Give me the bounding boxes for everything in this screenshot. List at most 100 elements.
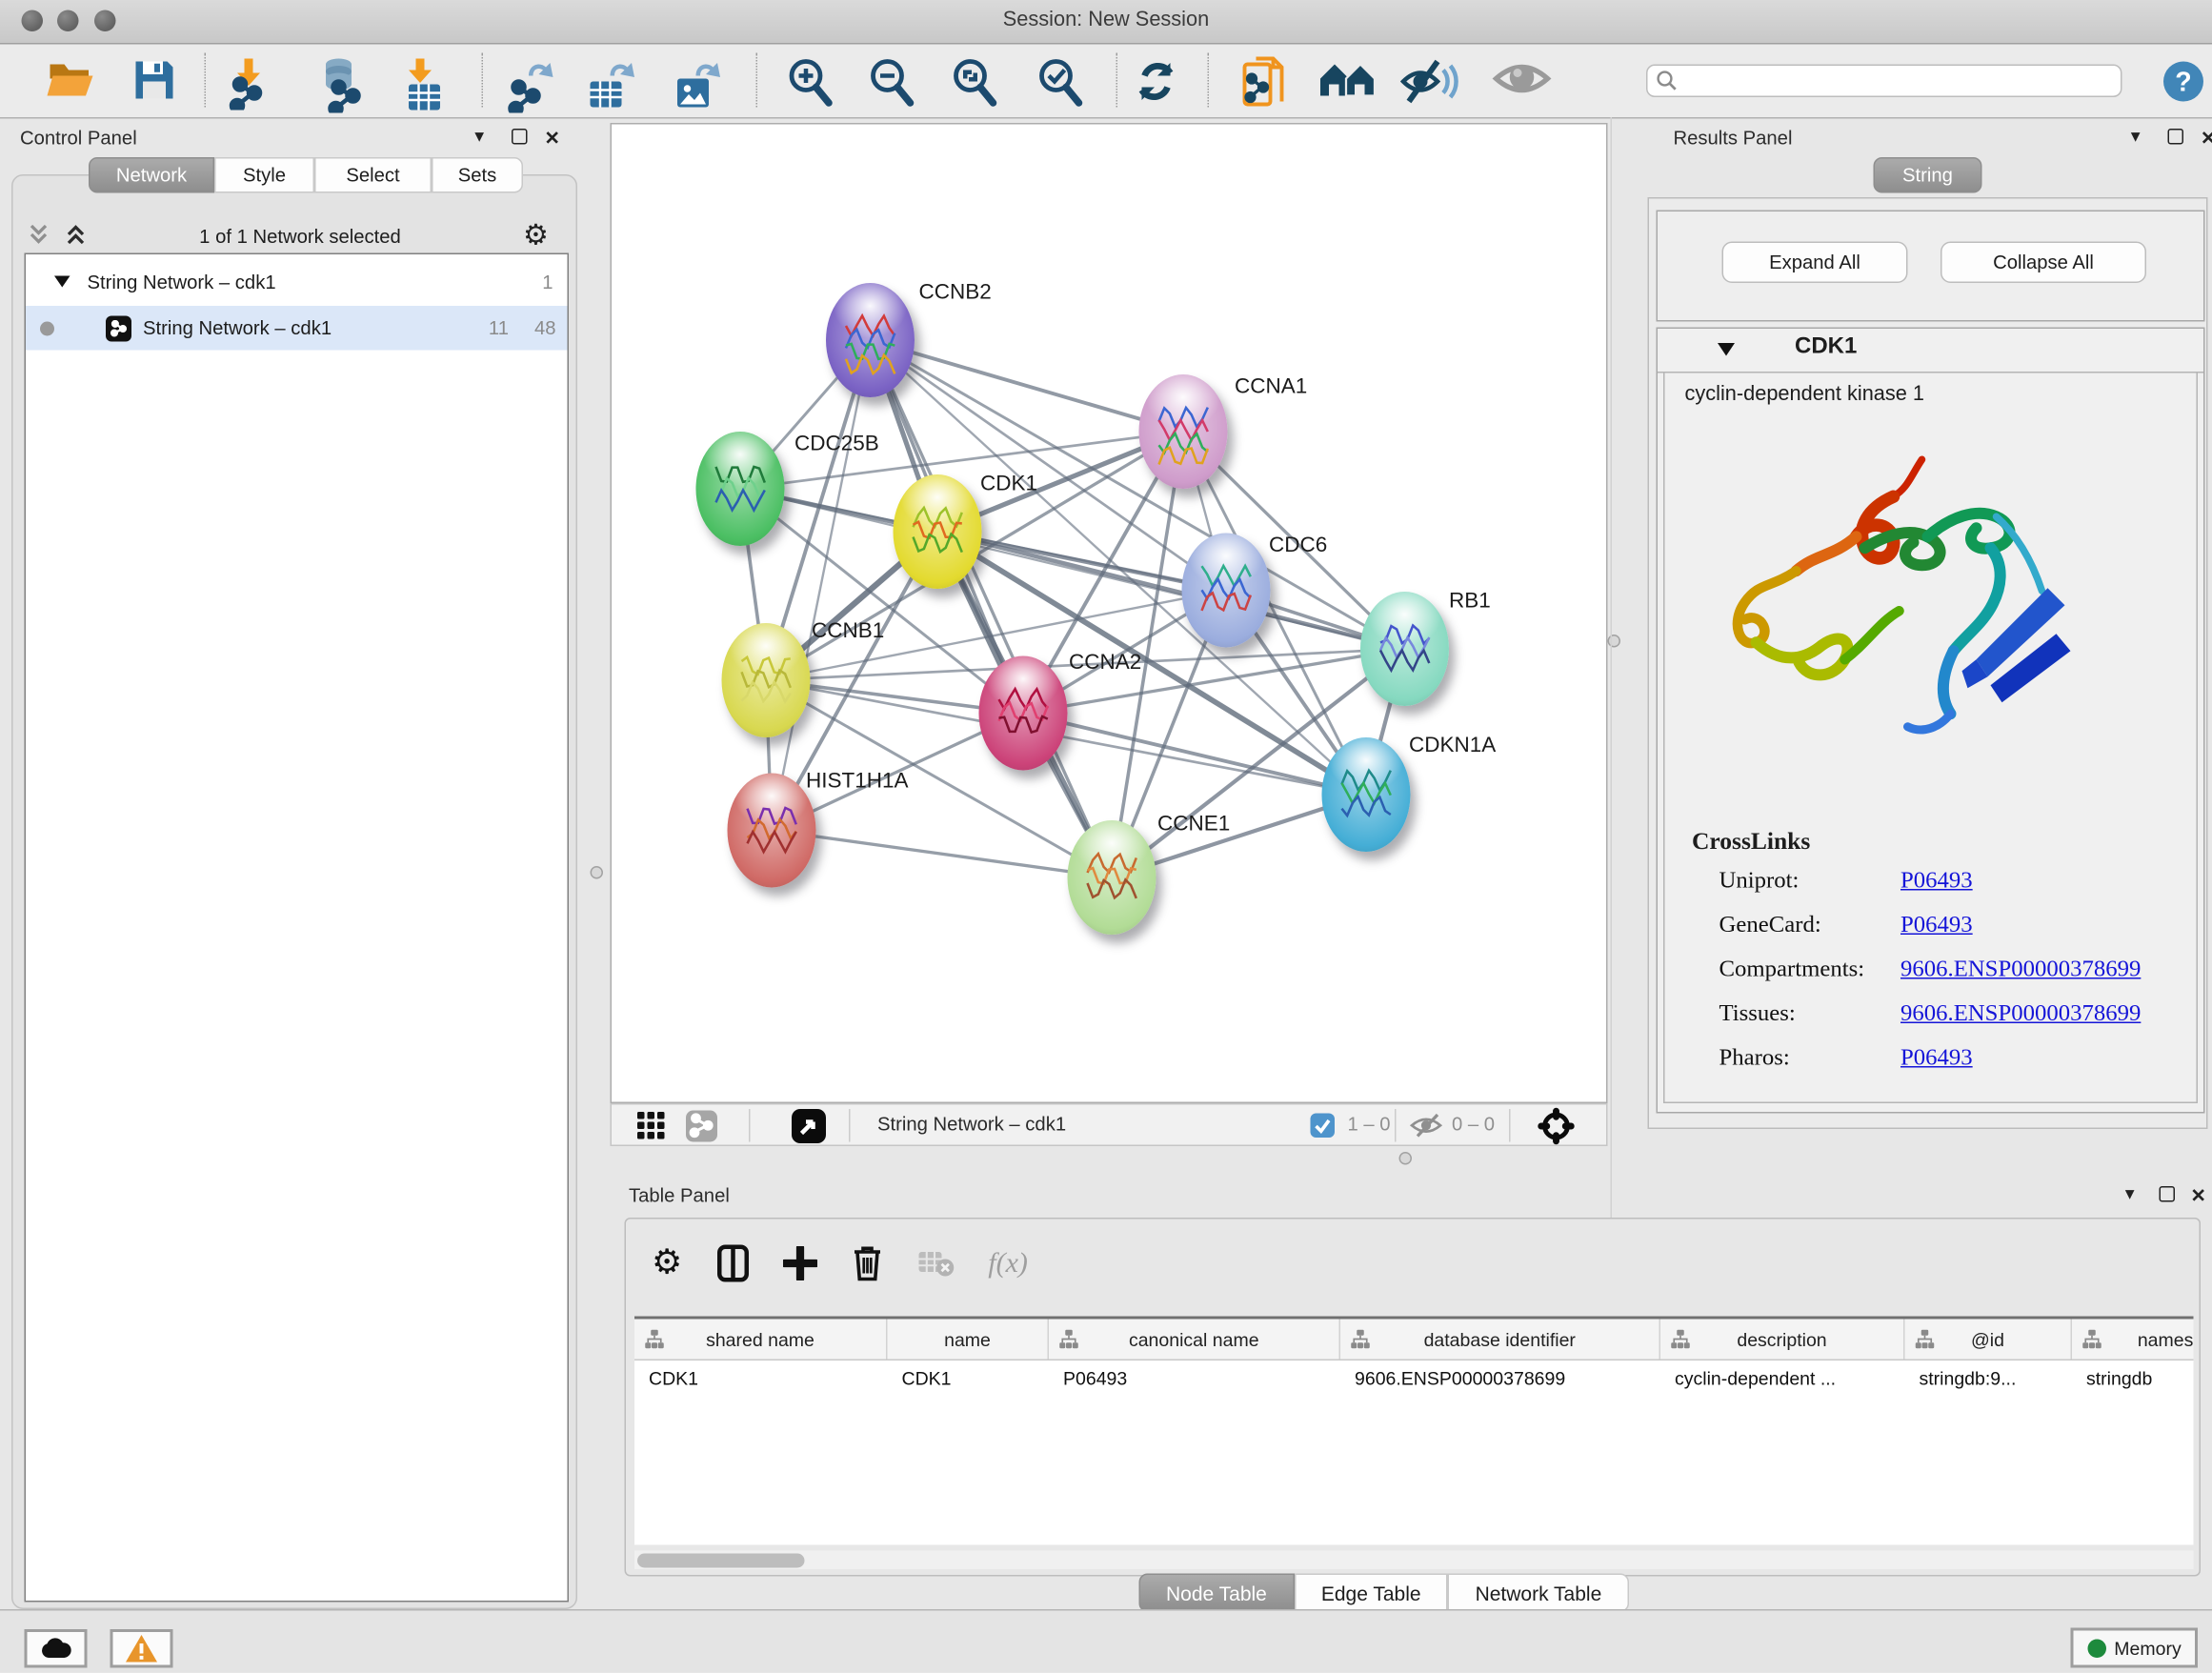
collapse-entry-icon[interactable]	[1718, 343, 1735, 357]
delete-column-icon[interactable]	[851, 1245, 882, 1282]
column-header-sharedname[interactable]: shared name	[634, 1320, 888, 1360]
column-header-id[interactable]: @id	[1905, 1320, 2073, 1360]
zoom-out-icon[interactable]	[865, 56, 916, 111]
open-session-icon[interactable]	[45, 56, 99, 105]
label-visibility-icon[interactable]	[1400, 56, 1463, 108]
horizontal-scrollbar[interactable]	[634, 1551, 2194, 1570]
cloud-button[interactable]	[25, 1629, 88, 1668]
column-header-databaseidentifier[interactable]: database identifier	[1340, 1320, 1660, 1360]
network-node-ccnb2[interactable]	[826, 283, 915, 397]
tab-style[interactable]: Style	[214, 157, 314, 193]
export-table-icon[interactable]	[585, 56, 639, 113]
close-panel-icon[interactable]: ✕	[2201, 128, 2212, 151]
network-edge[interactable]	[937, 532, 1405, 649]
network-node-hist1h1a[interactable]	[728, 774, 816, 888]
network-node-ccne1[interactable]	[1068, 820, 1156, 935]
expand-all-icon[interactable]	[63, 222, 89, 248]
search-input[interactable]	[1685, 70, 2122, 92]
network-node-ccnb1[interactable]	[722, 623, 811, 737]
warning-button[interactable]	[111, 1629, 173, 1668]
tree-expander-icon[interactable]	[54, 276, 70, 290]
eye-icon[interactable]	[1491, 56, 1554, 102]
network-edge[interactable]	[871, 340, 1184, 432]
network-node-cdc25b[interactable]	[696, 432, 785, 546]
maximize-panel-icon[interactable]	[2168, 129, 2184, 149]
float-panel-icon[interactable]: ▼	[472, 129, 487, 146]
export-network-icon[interactable]	[506, 56, 560, 113]
memory-button[interactable]: Memory	[2071, 1628, 2199, 1668]
expand-all-button[interactable]: Expand All	[1722, 242, 1908, 284]
gear-icon[interactable]: ⚙	[523, 217, 549, 253]
float-panel-icon[interactable]: ▼	[2122, 1186, 2138, 1203]
show-columns-icon[interactable]	[716, 1245, 748, 1282]
collapse-all-button[interactable]: Collapse All	[1941, 242, 2146, 284]
table-cell[interactable]: CDK1	[888, 1361, 1050, 1398]
table-row[interactable]: CDK1CDK1P064939606.ENSP00000378699cyclin…	[634, 1361, 2194, 1398]
network-edge[interactable]	[772, 831, 1112, 878]
zoom-selected-icon[interactable]	[1034, 56, 1085, 111]
table-cell[interactable]: cyclin-dependent ...	[1660, 1361, 1905, 1398]
maximize-panel-icon[interactable]	[512, 129, 528, 149]
table-cell[interactable]: 9606.ENSP00000378699	[1340, 1361, 1660, 1398]
refresh-icon[interactable]	[1131, 56, 1182, 108]
network-edge[interactable]	[871, 340, 1113, 877]
crosslink-link[interactable]: P06493	[1900, 911, 1973, 938]
tab-string[interactable]: String	[1874, 157, 1982, 193]
column-header-canonicalname[interactable]: canonical name	[1049, 1320, 1340, 1360]
crosslink-link[interactable]: 9606.ENSP00000378699	[1900, 955, 2141, 982]
network-edge[interactable]	[772, 340, 871, 831]
export-image-icon[interactable]	[671, 56, 725, 113]
import-network-database-icon[interactable]	[314, 56, 372, 113]
share-network-icon[interactable]	[686, 1111, 717, 1142]
table-cell[interactable]: P06493	[1049, 1361, 1340, 1398]
crosslink-link[interactable]: P06493	[1900, 1043, 1973, 1071]
add-column-icon[interactable]	[782, 1246, 816, 1280]
crosslink-link[interactable]: 9606.ENSP00000378699	[1900, 999, 2141, 1027]
grid-view-icon[interactable]	[637, 1112, 666, 1140]
splitter-handle[interactable]	[1399, 1152, 1413, 1165]
close-panel-icon[interactable]: ✕	[545, 128, 560, 151]
selected-checkbox-icon[interactable]	[1311, 1114, 1336, 1139]
column-header-namespace[interactable]: namespace	[2072, 1320, 2194, 1360]
import-network-file-icon[interactable]	[225, 56, 276, 111]
help-icon[interactable]: ?	[2162, 60, 2205, 103]
float-panel-icon[interactable]: ▼	[2128, 129, 2143, 146]
birds-eye-view-icon[interactable]	[792, 1109, 826, 1143]
close-panel-icon[interactable]: ✕	[2191, 1185, 2206, 1208]
table-cell[interactable]: stringdb	[2072, 1361, 2194, 1398]
network-collection-row[interactable]: String Network – cdk1 1	[26, 260, 568, 305]
import-table-icon[interactable]	[399, 56, 448, 113]
crosslink-link[interactable]: P06493	[1900, 866, 1973, 894]
table-cell[interactable]: stringdb:9...	[1905, 1361, 2073, 1398]
network-node-cdc6[interactable]	[1182, 534, 1271, 648]
tab-network[interactable]: Network	[89, 157, 214, 193]
network-canvas[interactable]: CCNB2CCNA1CDC25BCDK1CDC6RB1CCNB1CCNA2CDK…	[611, 123, 1608, 1103]
entry-header[interactable]: CDK1	[1658, 329, 2203, 373]
network-node-rb1[interactable]	[1360, 592, 1449, 706]
tab-sets[interactable]: Sets	[432, 157, 523, 193]
clone-network-icon[interactable]	[1239, 56, 1291, 113]
network-node-cdk1[interactable]	[894, 474, 982, 589]
tab-network-table[interactable]: Network Table	[1448, 1574, 1629, 1613]
column-header-name[interactable]: name	[888, 1320, 1050, 1360]
splitter-handle[interactable]	[591, 866, 604, 879]
maximize-panel-icon[interactable]	[2160, 1186, 2176, 1206]
network-node-ccna1[interactable]	[1139, 374, 1228, 489]
scrollbar-thumb[interactable]	[637, 1553, 805, 1567]
save-session-icon[interactable]	[131, 56, 179, 105]
network-node-cdkn1a[interactable]	[1322, 737, 1411, 852]
string-home-icon[interactable]	[1317, 56, 1377, 105]
tab-node-table[interactable]: Node Table	[1139, 1574, 1295, 1613]
network-node-ccna2[interactable]	[979, 656, 1068, 771]
table-gear-icon[interactable]: ⚙	[652, 1246, 682, 1280]
navigate-crosshair-icon[interactable]	[1538, 1108, 1575, 1145]
tab-select[interactable]: Select	[314, 157, 432, 193]
zoom-fit-icon[interactable]	[948, 56, 999, 111]
tab-edge-table[interactable]: Edge Table	[1294, 1574, 1448, 1613]
collapse-all-icon[interactable]	[26, 222, 51, 248]
network-row-selected[interactable]: String Network – cdk1 11 48	[26, 306, 568, 351]
network-edge[interactable]	[1023, 714, 1366, 796]
column-header-description[interactable]: description	[1660, 1320, 1905, 1360]
zoom-in-icon[interactable]	[783, 56, 835, 111]
table-cell[interactable]: CDK1	[634, 1361, 888, 1398]
